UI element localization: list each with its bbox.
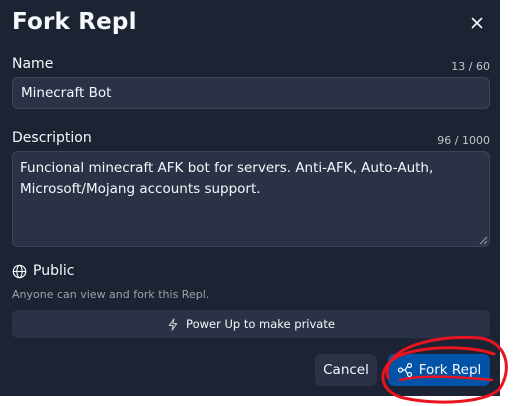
description-counter: 96 / 1000 [437, 134, 490, 147]
name-label: Name [12, 56, 54, 72]
screenshot-stage: Fork Repl Name 13 / 60 Description 96 / … [0, 0, 514, 406]
visibility-help-text: Anyone can view and fork this Repl. [12, 288, 210, 301]
visibility-label: Public [33, 263, 75, 279]
description-label: Description [12, 130, 92, 146]
lightning-icon [168, 317, 178, 331]
cancel-button[interactable]: Cancel [315, 354, 377, 386]
close-button[interactable] [466, 12, 488, 34]
globe-icon [12, 264, 27, 278]
dialog-title: Fork Repl [12, 9, 137, 35]
fork-repl-button[interactable]: Fork Repl [388, 354, 490, 386]
visibility-row: Public [12, 262, 74, 280]
power-up-button[interactable]: Power Up to make private [12, 310, 490, 338]
power-up-label: Power Up to make private [186, 317, 335, 331]
fork-icon [397, 362, 412, 378]
fork-repl-dialog: Fork Repl Name 13 / 60 Description 96 / … [0, 0, 500, 396]
description-textarea[interactable]: Funcional minecraft AFK bot for servers.… [12, 151, 490, 247]
name-input[interactable] [12, 77, 490, 109]
close-icon [471, 17, 483, 29]
fork-repl-button-label: Fork Repl [418, 362, 482, 378]
resize-grip-icon[interactable] [479, 236, 488, 245]
name-counter: 13 / 60 [451, 60, 490, 73]
cancel-button-label: Cancel [323, 362, 369, 378]
